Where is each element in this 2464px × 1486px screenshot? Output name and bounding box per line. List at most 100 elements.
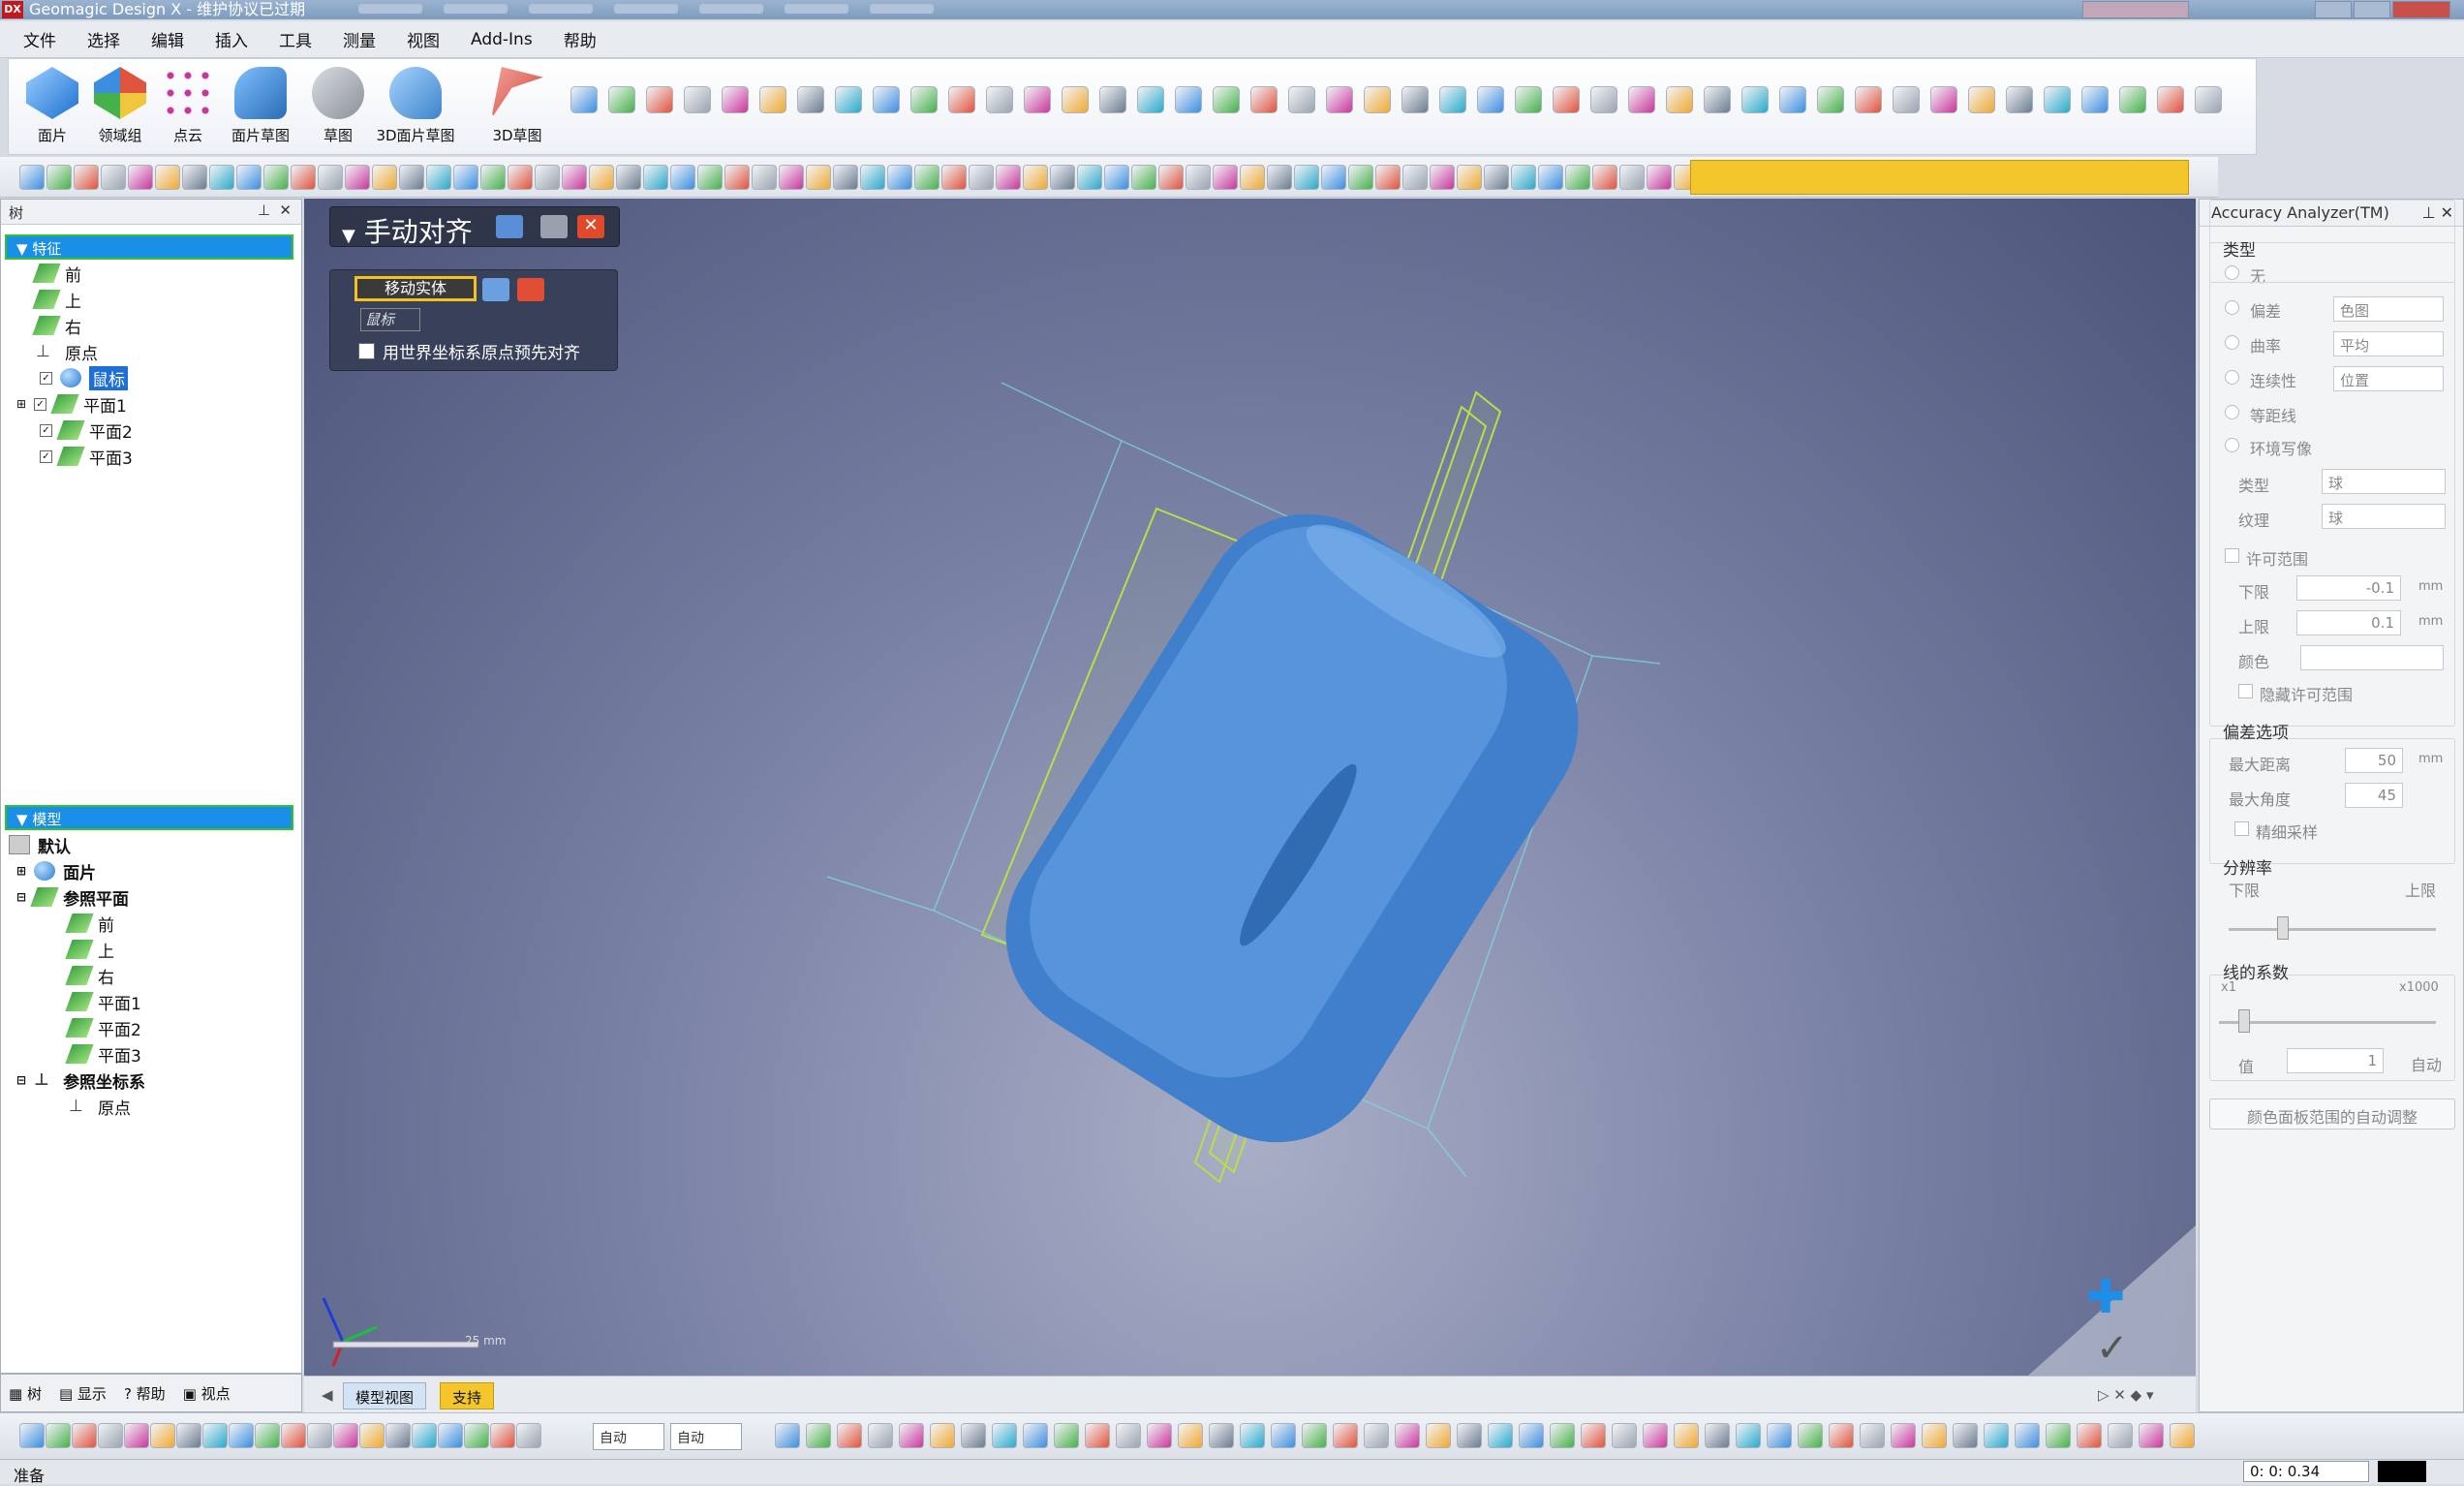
- quick-tool-icon[interactable]: [1375, 165, 1401, 190]
- bottom-tool-icon[interactable]: [1395, 1423, 1420, 1448]
- bottom-tool-icon[interactable]: [438, 1423, 463, 1448]
- radio-env-map[interactable]: [2225, 438, 2239, 452]
- quick-tool-icon[interactable]: [155, 165, 180, 190]
- env-type-select[interactable]: 球: [2322, 469, 2446, 494]
- quick-tool-icon[interactable]: [1294, 165, 1319, 190]
- quick-tool-icon[interactable]: [833, 165, 858, 190]
- tree-item-front[interactable]: 前: [65, 912, 114, 936]
- quick-tool-icon[interactable]: [562, 165, 587, 190]
- bottom-tool-icon[interactable]: [1922, 1423, 1947, 1448]
- bottom-tool-icon[interactable]: [516, 1423, 541, 1448]
- quick-tool-icon[interactable]: [182, 165, 207, 190]
- quick-tool-icon[interactable]: [1430, 165, 1455, 190]
- quick-tool-icon[interactable]: [1647, 165, 1672, 190]
- quick-tool-icon[interactable]: [969, 165, 994, 190]
- quick-tool-icon[interactable]: [101, 165, 126, 190]
- quick-tool-icon[interactable]: [345, 165, 370, 190]
- bottom-tool-icon[interactable]: [1054, 1423, 1079, 1448]
- tree-item-ref-planes[interactable]: ⊟ 参照平面: [16, 885, 129, 910]
- bottom-tool-icon[interactable]: [1240, 1423, 1265, 1448]
- quick-tool-icon[interactable]: [74, 165, 99, 190]
- hide-tolerance-checkbox[interactable]: [2238, 684, 2253, 698]
- max-distance-input[interactable]: 50: [2345, 748, 2403, 773]
- tree-item-plane1[interactable]: 平面1: [65, 990, 141, 1014]
- collapse-icon[interactable]: ⊟: [16, 1073, 26, 1087]
- bottom-tool-icon[interactable]: [202, 1423, 228, 1448]
- collapse-icon[interactable]: ⊟: [16, 890, 26, 904]
- toolbar-tool-icon[interactable]: [1968, 86, 1995, 113]
- quick-tool-icon[interactable]: [1050, 165, 1075, 190]
- bottom-tool-icon[interactable]: [806, 1423, 831, 1448]
- visibility-checkbox[interactable]: ✓: [34, 397, 47, 411]
- bottom-tool-icon[interactable]: [1767, 1423, 1792, 1448]
- value-input[interactable]: 1: [2287, 1048, 2384, 1073]
- visibility-checkbox[interactable]: ✓: [40, 423, 52, 437]
- quick-tool-icon[interactable]: [589, 165, 614, 190]
- bottom-tool-icon[interactable]: [281, 1423, 306, 1448]
- upper-limit-input[interactable]: 0.1: [2296, 610, 2401, 635]
- fine-sampling-checkbox[interactable]: [2234, 821, 2249, 836]
- mesh-sketch-tool-button[interactable]: 面片草图: [217, 67, 304, 145]
- quick-tool-icon[interactable]: [535, 165, 560, 190]
- bottom-tool-icon[interactable]: [1178, 1423, 1203, 1448]
- resolution-slider-thumb[interactable]: [2277, 916, 2289, 940]
- expand-icon[interactable]: ⊞: [16, 397, 26, 411]
- toolbar-tool-icon[interactable]: [1666, 86, 1693, 113]
- quick-tool-icon[interactable]: [209, 165, 234, 190]
- quick-tool-icon[interactable]: [1267, 165, 1292, 190]
- tab-model-view[interactable]: 模型视图: [343, 1382, 427, 1409]
- quick-tool-icon[interactable]: [996, 165, 1021, 190]
- bottom-tool-icon[interactable]: [333, 1423, 358, 1448]
- quick-tool-icon[interactable]: [724, 165, 750, 190]
- bottom-tool-icon[interactable]: [307, 1423, 332, 1448]
- toolbar-tool-icon[interactable]: [570, 86, 598, 113]
- dialog-ok-button[interactable]: [540, 215, 568, 238]
- bottom-tool-icon[interactable]: [385, 1423, 411, 1448]
- bottom-tool-icon[interactable]: [961, 1423, 986, 1448]
- features-section-header[interactable]: ▼ 特征: [5, 234, 293, 260]
- bottom-tool-icon[interactable]: [2108, 1423, 2133, 1448]
- bottom-tool-icon[interactable]: [1705, 1423, 1730, 1448]
- menu-insert[interactable]: 插入: [211, 25, 252, 53]
- quick-tool-icon[interactable]: [1511, 165, 1536, 190]
- toolbar-tool-icon[interactable]: [1515, 86, 1542, 113]
- toolbar-tool-icon[interactable]: [948, 86, 975, 113]
- bottom-tool-icon[interactable]: [837, 1423, 862, 1448]
- radio-curvature[interactable]: [2225, 335, 2239, 350]
- tab-tree[interactable]: ▦ 树: [9, 1383, 42, 1404]
- bottom-tool-icon[interactable]: [1085, 1423, 1110, 1448]
- model-section-header[interactable]: ▼ 模型: [5, 805, 293, 830]
- move-entity-button[interactable]: 移动实体: [354, 276, 477, 301]
- quick-tool-icon[interactable]: [616, 165, 641, 190]
- menu-view[interactable]: 视图: [403, 25, 444, 53]
- visibility-checkbox[interactable]: ✓: [40, 371, 52, 385]
- toolbar-tool-icon[interactable]: [1250, 86, 1278, 113]
- toolbar-tool-icon[interactable]: [1855, 86, 1882, 113]
- prealign-option[interactable]: ✓ 用世界坐标系原点预先对齐: [358, 339, 580, 363]
- quick-tool-icon[interactable]: [426, 165, 451, 190]
- toolbar-tool-icon[interactable]: [1628, 86, 1655, 113]
- tree-item-mouse[interactable]: ✓ 鼠标: [40, 365, 128, 390]
- bottom-tool-icon[interactable]: [1891, 1423, 1916, 1448]
- radio-contour[interactable]: [2225, 405, 2239, 419]
- tree-item-default[interactable]: 默认: [9, 833, 71, 857]
- bottom-tool-icon[interactable]: [124, 1423, 149, 1448]
- quick-tool-icon[interactable]: [941, 165, 967, 190]
- quick-tool-icon[interactable]: [670, 165, 695, 190]
- bottom-tool-icon[interactable]: [992, 1423, 1017, 1448]
- toolbar-tool-icon[interactable]: [1364, 86, 1391, 113]
- bottom-tool-icon[interactable]: [229, 1423, 254, 1448]
- toolbar-tool-icon[interactable]: [1779, 86, 1806, 113]
- toolbar-tool-icon[interactable]: [2044, 86, 2071, 113]
- tolerance-checkbox[interactable]: [2225, 548, 2239, 563]
- quick-tool-icon[interactable]: [1131, 165, 1156, 190]
- bottom-tool-icon[interactable]: [1302, 1423, 1327, 1448]
- bottom-tool-icon[interactable]: [1612, 1423, 1637, 1448]
- toolbar-tool-icon[interactable]: [1741, 86, 1769, 113]
- toolbar-tool-icon[interactable]: [1817, 86, 1844, 113]
- bottom-tool-icon[interactable]: [1550, 1423, 1575, 1448]
- menu-tools[interactable]: 工具: [275, 25, 316, 53]
- toolbar-tool-icon[interactable]: [2006, 86, 2033, 113]
- quick-tool-icon[interactable]: [1077, 165, 1102, 190]
- auto-adjust-color-range-button[interactable]: 颜色面板范围的自动调整: [2209, 1099, 2455, 1130]
